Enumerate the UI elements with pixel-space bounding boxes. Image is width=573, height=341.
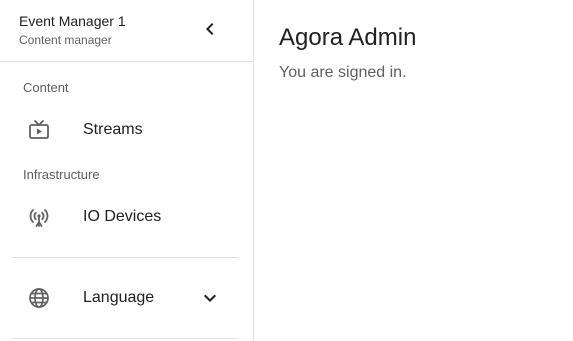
nav-item-io-devices[interactable]: IO Devices xyxy=(12,197,238,237)
sidebar-divider-bottom xyxy=(12,338,238,339)
page-title: Agora Admin xyxy=(279,24,417,51)
section-label-infrastructure: Infrastructure xyxy=(23,167,100,182)
collapse-sidebar-button[interactable] xyxy=(196,17,224,45)
sidebar-divider xyxy=(12,257,238,258)
user-role: Content manager xyxy=(19,33,112,47)
sidebar: Event Manager 1 Content manager Content … xyxy=(0,0,254,341)
user-name: Event Manager 1 xyxy=(19,13,126,29)
globe-icon xyxy=(27,286,51,310)
user-header: Event Manager 1 Content manager xyxy=(0,0,253,62)
signed-in-message: You are signed in. xyxy=(279,64,407,81)
nav-item-streams[interactable]: Streams xyxy=(12,110,238,150)
nav-label-streams: Streams xyxy=(83,121,143,138)
language-selector[interactable]: Language xyxy=(12,278,238,318)
chevron-left-icon xyxy=(198,17,222,46)
nav-label-io-devices: IO Devices xyxy=(83,208,162,225)
section-label-content: Content xyxy=(23,80,69,95)
antenna-icon xyxy=(27,205,51,229)
app-root: Event Manager 1 Content manager Content … xyxy=(0,0,573,341)
main-content: Agora Admin You are signed in. xyxy=(255,0,573,341)
chevron-down-icon xyxy=(198,286,222,310)
tv-play-icon xyxy=(27,118,51,142)
language-label: Language xyxy=(83,289,155,306)
